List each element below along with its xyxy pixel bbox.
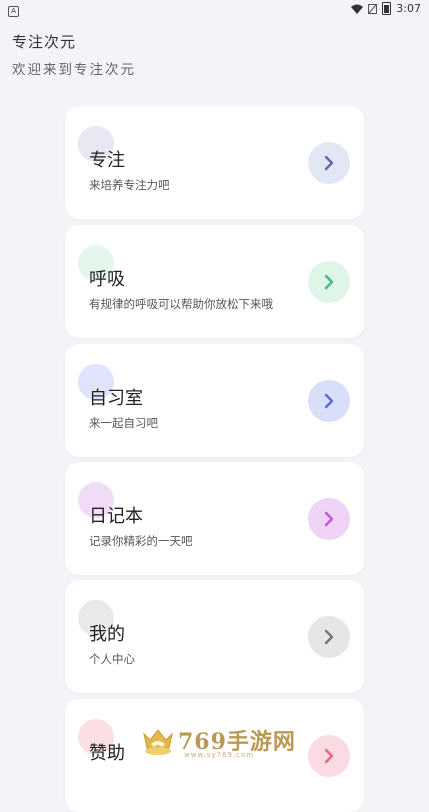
system-status-icons: 3:07 bbox=[351, 2, 421, 15]
chevron-right-icon bbox=[324, 511, 334, 527]
notification-area: A bbox=[8, 3, 19, 17]
chevron-right-button[interactable] bbox=[308, 735, 350, 777]
card-description: 有规律的呼吸可以帮助你放松下来哦 bbox=[89, 297, 273, 311]
status-bar: A 3:07 bbox=[0, 0, 429, 18]
card-description: 记录你精彩的一天吧 bbox=[89, 534, 193, 548]
menu-card[interactable]: 自习室 来一起自习吧 bbox=[65, 344, 364, 457]
battery-icon bbox=[382, 2, 392, 15]
chevron-right-button[interactable] bbox=[308, 261, 350, 303]
card-title: 我的 bbox=[89, 624, 125, 645]
no-signal-icon bbox=[368, 3, 378, 14]
menu-card[interactable]: 呼吸有规律的呼吸可以帮助你放松下来哦 bbox=[65, 225, 364, 338]
watermark-url: www.sy769.com bbox=[184, 751, 255, 759]
card-title: 赞助 bbox=[89, 743, 125, 764]
watermark-logo-icon bbox=[143, 729, 173, 755]
welcome-subtitle: 欢迎来到专注次元 bbox=[12, 62, 136, 78]
card-title: 日记本 bbox=[89, 506, 143, 527]
chevron-right-button[interactable] bbox=[308, 498, 350, 540]
chevron-right-button[interactable] bbox=[308, 142, 350, 184]
wifi-icon bbox=[351, 4, 364, 14]
menu-card[interactable]: 日记本记录你精彩的一天吧 bbox=[65, 462, 364, 575]
card-description: 个人中心 bbox=[89, 652, 135, 666]
menu-card[interactable]: 我的 个人中心 bbox=[65, 580, 364, 693]
card-description: 来培养专注力吧 bbox=[89, 178, 170, 192]
card-title: 专注 bbox=[89, 150, 125, 171]
chevron-right-button[interactable] bbox=[308, 616, 350, 658]
chevron-right-icon bbox=[324, 629, 334, 645]
chevron-right-button[interactable] bbox=[308, 380, 350, 422]
chevron-right-icon bbox=[324, 748, 334, 764]
status-time: 3:07 bbox=[396, 2, 421, 15]
watermark: 769手游网 www.sy769.com bbox=[140, 722, 310, 762]
card-title: 自习室 bbox=[89, 388, 143, 409]
card-title: 呼吸 bbox=[89, 269, 125, 290]
app-notification-icon: A bbox=[8, 6, 19, 17]
card-description: 来一起自习吧 bbox=[89, 416, 158, 430]
chevron-right-icon bbox=[324, 274, 334, 290]
chevron-right-icon bbox=[324, 393, 334, 409]
menu-card[interactable]: 专注 来培养专注力吧 bbox=[65, 106, 364, 219]
chevron-right-icon bbox=[324, 155, 334, 171]
app-title: 专注次元 bbox=[12, 33, 77, 51]
